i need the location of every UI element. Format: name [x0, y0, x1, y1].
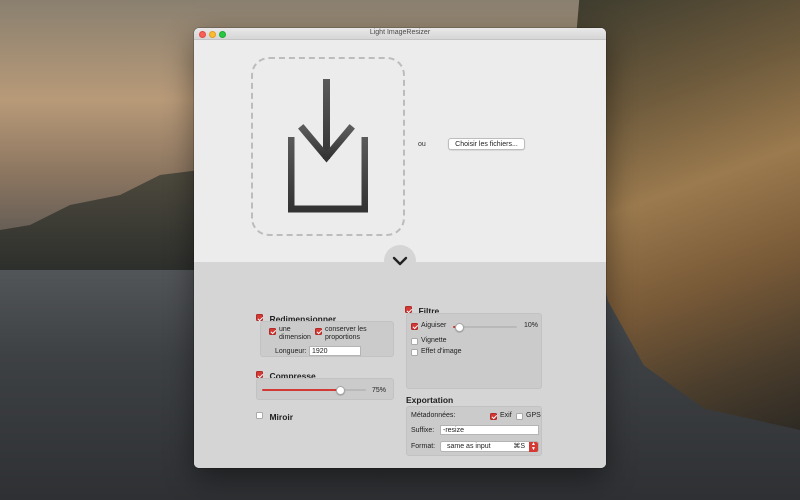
format-select[interactable]: same as input ⌘S ▲ ▼: [440, 441, 539, 452]
vignette-label: Vignette: [421, 337, 447, 344]
filter-options-box: Aiguiser 10% Vignette Effet d'image: [406, 313, 542, 389]
app-window: Light ImageResizer ou Choisir les fichie…: [194, 28, 606, 468]
title-bar[interactable]: Light ImageResizer: [194, 28, 606, 40]
gps-label: GPS: [526, 412, 541, 419]
sharpen-value-label: 10%: [524, 322, 539, 329]
length-input[interactable]: 1920: [309, 346, 361, 356]
image-effect-label: Effet d'image: [421, 348, 462, 355]
one-dimension-label: une dimension: [279, 326, 311, 342]
export-options-box: Métadonnées: Exif GPS Suffixe: -resize F…: [406, 406, 542, 456]
sharpen-slider-knob[interactable]: [454, 322, 464, 332]
format-label: Format:: [411, 443, 436, 450]
format-shortcut: ⌘S: [513, 443, 525, 450]
suffix-label: Suffixe:: [411, 427, 435, 434]
one-dimension-checkbox[interactable]: [269, 328, 276, 335]
image-effect-checkbox[interactable]: [411, 349, 418, 356]
mirror-checkbox[interactable]: [256, 412, 263, 420]
suffix-input[interactable]: -resize: [440, 425, 539, 435]
one-dimension-label-line1: une: [279, 326, 291, 333]
exif-checkbox[interactable]: [490, 413, 497, 420]
toggle-settings-button[interactable]: [384, 245, 416, 277]
compress-value-label: 75%: [372, 387, 387, 394]
keep-proportions-label-line2: proportions: [325, 334, 361, 341]
mirror-label: Miroir: [269, 412, 294, 422]
file-drop-zone[interactable]: [251, 57, 405, 236]
drop-area: ou Choisir les fichiers...: [194, 40, 606, 262]
sharpen-label: Aiguiser: [421, 322, 447, 329]
vignette-checkbox[interactable]: [411, 338, 418, 345]
compress-slider-fill: [262, 389, 340, 391]
mirror-checkbox-row[interactable]: Miroir: [256, 407, 293, 425]
keep-proportions-label-line1: conserver les: [325, 326, 367, 333]
resize-options-box: une dimension conserver les proportions …: [260, 321, 394, 357]
export-heading: Exportation: [406, 395, 454, 405]
chevron-down-icon: [392, 256, 408, 266]
keep-proportions-label: conserver les proportions: [325, 326, 367, 342]
settings-panel: Redimensionner une dimension conserver l…: [194, 262, 606, 468]
one-dimension-label-line2: dimension: [279, 334, 311, 341]
compress-options-box: 75%: [256, 378, 394, 400]
download-arrow-into-tray-icon: [288, 79, 368, 213]
window-title: Light ImageResizer: [369, 29, 431, 36]
metadata-label: Métadonnées:: [411, 412, 456, 419]
up-down-arrows-icon: ▲ ▼: [529, 442, 538, 452]
gps-checkbox[interactable]: [516, 413, 523, 420]
wallpaper-mountain: [0, 170, 200, 270]
length-label: Longueur:: [275, 348, 307, 355]
choose-files-button[interactable]: Choisir les fichiers...: [448, 138, 525, 150]
sharpen-checkbox[interactable]: [411, 323, 418, 330]
or-label: ou: [418, 141, 426, 148]
exif-label: Exif: [500, 412, 512, 419]
compress-slider-knob[interactable]: [335, 385, 345, 395]
keep-proportions-checkbox[interactable]: [315, 328, 322, 335]
format-select-value: same as input: [447, 443, 491, 450]
